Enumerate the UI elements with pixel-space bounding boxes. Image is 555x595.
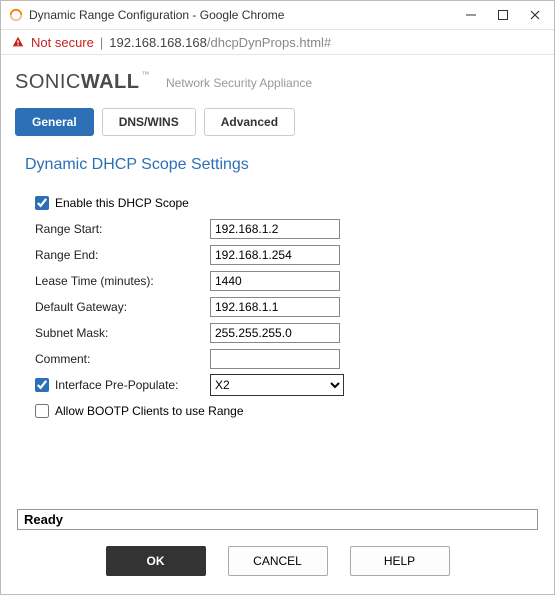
interface-prepopulate-checkbox[interactable] — [35, 378, 49, 392]
range-start-input[interactable] — [210, 219, 340, 239]
range-end-input[interactable] — [210, 245, 340, 265]
allow-bootp-label: Allow BOOTP Clients to use Range — [55, 404, 244, 418]
range-start-label: Range Start: — [35, 222, 210, 236]
interface-prepopulate-label: Interface Pre-Populate: — [55, 378, 210, 392]
default-gateway-label: Default Gateway: — [35, 300, 210, 314]
section-title: Dynamic DHCP Scope Settings — [25, 156, 540, 174]
not-secure-label: Not secure — [31, 35, 94, 50]
address-divider: | — [100, 35, 103, 50]
form: Enable this DHCP Scope Range Start: Rang… — [15, 190, 540, 424]
app-icon — [9, 8, 23, 22]
interface-prepopulate-select[interactable]: X2 — [210, 374, 344, 396]
comment-label: Comment: — [35, 352, 210, 366]
brand-row: SONICWALL™ Network Security Appliance — [15, 65, 540, 108]
subnet-mask-input[interactable] — [210, 323, 340, 343]
tab-bar: General DNS/WINS Advanced — [15, 108, 540, 136]
button-row: OK CANCEL HELP — [15, 530, 540, 594]
window: Dynamic Range Configuration - Google Chr… — [0, 0, 555, 595]
comment-input[interactable] — [210, 349, 340, 369]
default-gateway-input[interactable] — [210, 297, 340, 317]
allow-bootp-checkbox[interactable] — [35, 404, 49, 418]
subnet-mask-label: Subnet Mask: — [35, 326, 210, 340]
enable-scope-checkbox[interactable] — [35, 196, 49, 210]
brand-tm: ™ — [142, 70, 151, 79]
url-path: /dhcpDynProps.html# — [207, 35, 331, 50]
brand-part1: SONIC — [15, 71, 81, 94]
minimize-button[interactable] — [464, 8, 478, 22]
maximize-button[interactable] — [496, 8, 510, 22]
tab-general[interactable]: General — [15, 108, 94, 136]
lease-time-input[interactable] — [210, 271, 340, 291]
titlebar: Dynamic Range Configuration - Google Chr… — [1, 1, 554, 29]
url-host: 192.168.168.168 — [109, 35, 207, 50]
ok-button[interactable]: OK — [106, 546, 206, 576]
range-end-label: Range End: — [35, 248, 210, 262]
help-button[interactable]: HELP — [350, 546, 450, 576]
cancel-button[interactable]: CANCEL — [228, 546, 328, 576]
brand-part2: WALL — [81, 71, 140, 94]
close-button[interactable] — [528, 8, 542, 22]
tab-dnswins[interactable]: DNS/WINS — [102, 108, 196, 136]
lease-time-label: Lease Time (minutes): — [35, 274, 210, 288]
tab-advanced[interactable]: Advanced — [204, 108, 295, 136]
window-title: Dynamic Range Configuration - Google Chr… — [29, 8, 464, 22]
status-bar: Ready — [17, 509, 538, 530]
brand-subtitle: Network Security Appliance — [166, 76, 312, 90]
warning-icon — [11, 35, 25, 49]
enable-scope-label: Enable this DHCP Scope — [55, 196, 189, 210]
brand-logo: SONICWALL™ — [15, 71, 150, 94]
address-bar: Not secure | 192.168.168.168/dhcpDynProp… — [1, 29, 554, 55]
